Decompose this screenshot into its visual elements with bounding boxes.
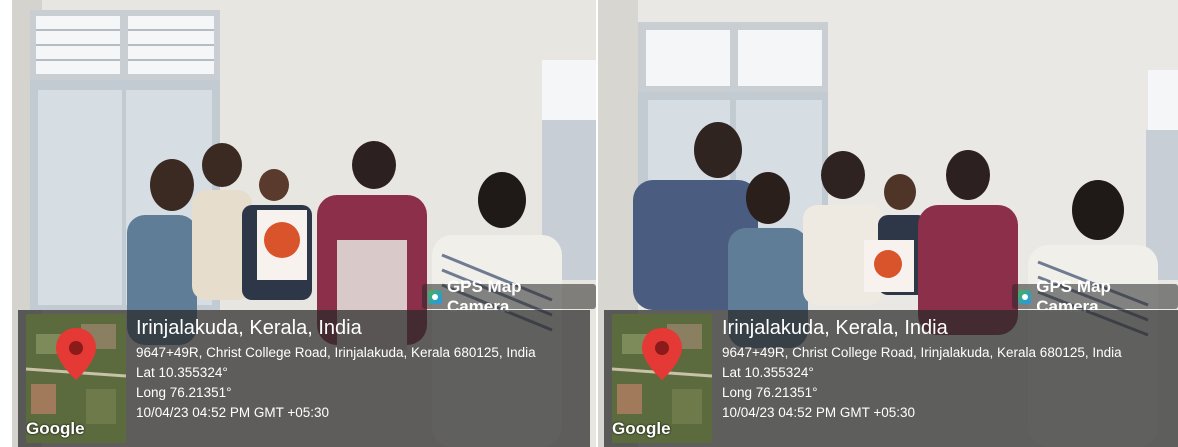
location-overlay: Google Irinjalakuda, Kerala, India 9647+… [604,310,1178,447]
datetime: 10/04/23 04:52 PM GMT +05:30 [136,405,330,420]
datetime: 10/04/23 04:52 PM GMT +05:30 [722,405,916,420]
location-overlay: Google Irinjalakuda, Kerala, India 9647+… [18,310,590,447]
address: 9647+49R, Christ College Road, Irinjalak… [722,345,1122,360]
latitude: Lat 10.355324° [722,365,814,380]
gps-camera-icon [1018,289,1032,304]
gps-map-camera-badge: GPS Map Camera [422,277,596,316]
photo-left: GPS Map Camera Google Irinjalakuda, Kera… [12,0,596,447]
google-attribution: Google [612,419,671,438]
gps-map-camera-badge: GPS Map Camera [1012,277,1178,316]
address: 9647+49R, Christ College Road, Irinjalak… [136,345,536,360]
longitude: Long 76.21351° [722,385,818,400]
map-thumbnail: Google [26,314,126,443]
latitude: Lat 10.355324° [136,365,228,380]
longitude: Long 76.21351° [136,385,232,400]
place-name: Irinjalakuda, Kerala, India [136,317,362,339]
photo-right: GPS Map Camera Google Irinjalakuda, Kera… [598,0,1178,447]
google-attribution: Google [26,419,85,438]
gps-camera-icon [428,289,442,304]
map-thumbnail: Google [612,314,712,443]
place-name: Irinjalakuda, Kerala, India [722,317,948,339]
